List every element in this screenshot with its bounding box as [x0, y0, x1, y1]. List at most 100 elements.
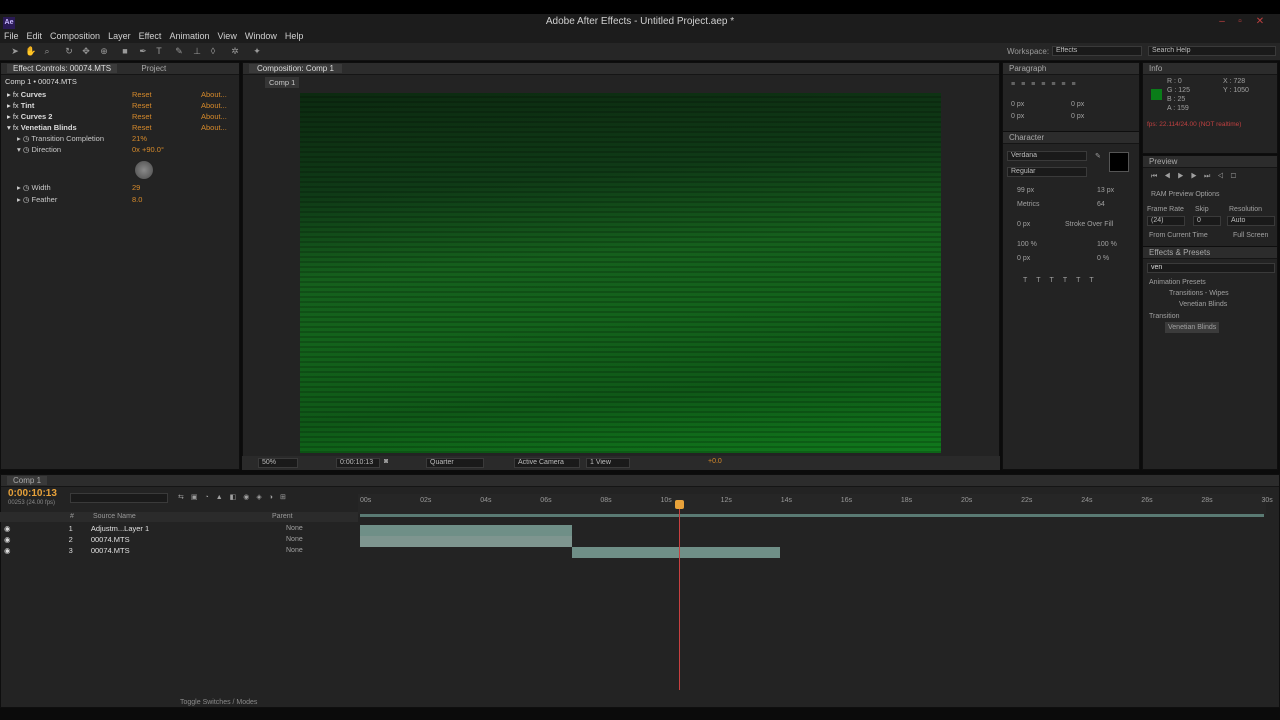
- effect-tint[interactable]: ▸ fx Tint: [7, 100, 34, 111]
- prop-width[interactable]: ▸ ◷ Width: [17, 182, 51, 193]
- layer-row[interactable]: ◉ 3 00074.MTS: [4, 545, 130, 556]
- expand-arrow-icon[interactable]: ▸ fx: [7, 90, 21, 99]
- tsume-field[interactable]: 0 %: [1097, 253, 1109, 264]
- toggle-switches-modes-button[interactable]: Toggle Switches / Modes: [180, 697, 257, 708]
- prop-value[interactable]: 8.0: [132, 194, 142, 205]
- menu-view[interactable]: View: [213, 30, 240, 43]
- indent-first-field[interactable]: 0 px: [1011, 111, 1024, 122]
- stroke-width-field[interactable]: 0 px: [1017, 219, 1030, 230]
- tab-effects-presets[interactable]: Effects & Presets: [1149, 248, 1210, 257]
- indent-right-field[interactable]: 0 px: [1071, 99, 1084, 110]
- menu-composition[interactable]: Composition: [46, 30, 104, 43]
- parent-select[interactable]: None: [286, 523, 303, 534]
- reset-button[interactable]: Reset: [132, 100, 152, 111]
- effect-curves[interactable]: ▸ fx Curves: [7, 89, 46, 100]
- layer-row[interactable]: ◉ 2 00074.MTS: [4, 534, 130, 545]
- full-screen-checkbox[interactable]: Full Screen: [1233, 230, 1268, 241]
- menu-animation[interactable]: Animation: [165, 30, 213, 43]
- eraser-tool-icon[interactable]: ◊: [207, 46, 219, 57]
- hand-tool-icon[interactable]: ✋: [25, 46, 37, 57]
- brush-tool-icon[interactable]: ✎: [173, 46, 185, 57]
- layer-name[interactable]: Adjustm...Layer 1: [91, 524, 149, 533]
- tab-comp-1[interactable]: Comp 1: [7, 476, 48, 485]
- tree-animation-presets[interactable]: Animation Presets: [1149, 277, 1206, 288]
- close-icon[interactable]: ✕: [1252, 16, 1268, 28]
- current-time-field[interactable]: 0:00:10:13: [336, 458, 380, 468]
- zoom-select[interactable]: 50%: [258, 458, 298, 468]
- horizontal-scale-field[interactable]: 100 %: [1097, 239, 1117, 250]
- layer-name[interactable]: 00074.MTS: [91, 535, 130, 544]
- composition-viewer[interactable]: [300, 93, 941, 453]
- layer-bar-clip-2[interactable]: [572, 547, 780, 558]
- playback-controls-icon[interactable]: ⏮◀▶▶⏭◁▢: [1151, 173, 1243, 181]
- stopwatch-icon[interactable]: ▸ ◷: [17, 183, 31, 192]
- tab-composition[interactable]: Composition: Comp 1: [249, 64, 342, 73]
- zoom-tool-icon[interactable]: ⌕: [41, 46, 53, 57]
- layer-name[interactable]: 00074.MTS: [91, 546, 130, 555]
- search-help-input[interactable]: Search Help: [1148, 46, 1276, 56]
- prop-value[interactable]: 21%: [132, 133, 147, 144]
- rotate-tool-icon[interactable]: ↻: [63, 46, 75, 57]
- menu-window[interactable]: Window: [241, 30, 281, 43]
- tab-character[interactable]: Character: [1009, 133, 1044, 142]
- tab-info[interactable]: Info: [1149, 64, 1162, 73]
- about-button[interactable]: About...: [201, 122, 227, 133]
- font-style-select[interactable]: Regular: [1007, 167, 1087, 177]
- tab-paragraph[interactable]: Paragraph: [1009, 64, 1046, 73]
- about-button[interactable]: About...: [201, 111, 227, 122]
- reset-button[interactable]: Reset: [132, 122, 152, 133]
- baseline-shift-field[interactable]: 0 px: [1017, 253, 1030, 264]
- playhead-handle[interactable]: [675, 500, 684, 509]
- maximize-icon[interactable]: ▫: [1232, 16, 1248, 28]
- resolution-select[interactable]: Auto: [1227, 216, 1275, 226]
- stopwatch-icon[interactable]: ▸ ◷: [17, 134, 31, 143]
- puppet-tool-icon[interactable]: ✦: [251, 46, 263, 57]
- menu-edit[interactable]: Edit: [23, 30, 47, 43]
- camera-tool-icon[interactable]: ✥: [80, 46, 92, 57]
- about-button[interactable]: About...: [201, 89, 227, 100]
- eye-icon[interactable]: ◉: [4, 524, 13, 533]
- snapshot-icon[interactable]: ◙: [384, 458, 388, 465]
- tab-preview[interactable]: Preview: [1149, 157, 1177, 166]
- app-icon[interactable]: Ae: [3, 17, 15, 29]
- pen-tool-icon[interactable]: ✒: [137, 46, 149, 57]
- mask-tool-icon[interactable]: ■: [119, 46, 131, 57]
- minimize-icon[interactable]: –: [1214, 16, 1230, 28]
- menu-layer[interactable]: Layer: [104, 30, 135, 43]
- leading-field[interactable]: 13 px: [1097, 185, 1114, 196]
- tab-project[interactable]: Project: [141, 64, 166, 73]
- parent-select[interactable]: None: [286, 534, 303, 545]
- stopwatch-icon[interactable]: ▾ ◷: [17, 145, 31, 154]
- timeline-switch-icons[interactable]: ⇆▣◔▲◧◉◈◑⊞: [178, 493, 293, 501]
- timeline-search-input[interactable]: [70, 493, 168, 503]
- font-family-select[interactable]: Verdana: [1007, 151, 1087, 161]
- reset-button[interactable]: Reset: [132, 111, 152, 122]
- from-current-time-checkbox[interactable]: From Current Time: [1149, 230, 1208, 241]
- tree-transition[interactable]: Transition: [1149, 311, 1179, 322]
- prop-value[interactable]: 0x +90.0°: [132, 144, 164, 155]
- roto-tool-icon[interactable]: ✲: [229, 46, 241, 57]
- menu-effect[interactable]: Effect: [135, 30, 166, 43]
- ram-preview-options[interactable]: RAM Preview Options: [1151, 189, 1219, 200]
- eye-icon[interactable]: ◉: [4, 546, 13, 555]
- font-size-field[interactable]: 99 px: [1017, 185, 1034, 196]
- clone-tool-icon[interactable]: ⊥: [191, 46, 203, 57]
- prop-transition-completion[interactable]: ▸ ◷ Transition Completion: [17, 133, 104, 144]
- layer-bar-clip-1[interactable]: [360, 536, 572, 547]
- frame-rate-select[interactable]: (24): [1147, 216, 1185, 226]
- indent-left-field[interactable]: 0 px: [1011, 99, 1024, 110]
- effect-curves-2[interactable]: ▸ fx Curves 2: [7, 111, 52, 122]
- menu-help[interactable]: Help: [281, 30, 308, 43]
- prop-value[interactable]: 29: [132, 182, 140, 193]
- kerning-field[interactable]: Metrics: [1017, 199, 1040, 210]
- eyedropper-icon[interactable]: ✎: [1095, 152, 1101, 160]
- layer-row[interactable]: ◉ 1 Adjustm...Layer 1: [4, 523, 149, 534]
- comp-breadcrumb[interactable]: Comp 1: [265, 77, 300, 88]
- pan-behind-tool-icon[interactable]: ⊕: [98, 46, 110, 57]
- views-select[interactable]: 1 View: [586, 458, 630, 468]
- prop-direction[interactable]: ▾ ◷ Direction: [17, 144, 61, 155]
- stroke-mode-select[interactable]: Stroke Over Fill: [1065, 219, 1113, 230]
- resolution-select[interactable]: Quarter: [426, 458, 484, 468]
- vertical-scale-field[interactable]: 100 %: [1017, 239, 1037, 250]
- layer-bar-adjustment[interactable]: [360, 525, 572, 536]
